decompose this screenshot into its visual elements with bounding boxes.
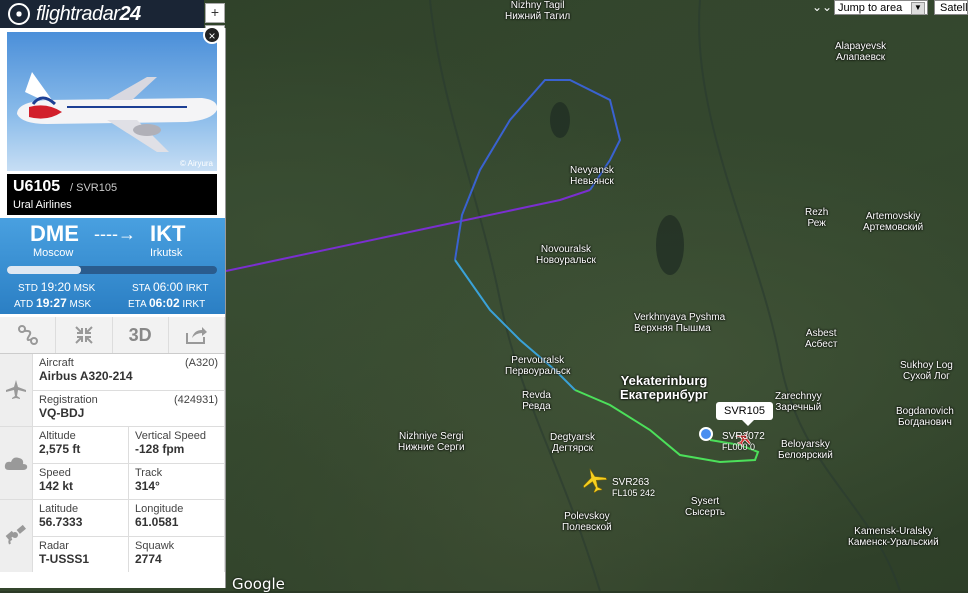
track-cell: Track 314°: [129, 463, 225, 499]
share-icon[interactable]: [169, 317, 225, 353]
aircraft-cell: Aircraft Airbus A320-214 (A320): [33, 354, 225, 391]
view-3d-button[interactable]: 3D: [113, 317, 169, 353]
photo-credit: © Airyura: [179, 159, 213, 168]
zoom-in-button[interactable]: +: [205, 3, 225, 23]
airplane-illustration: [17, 72, 217, 152]
city-label: Artemovskiy Артемовский: [863, 211, 924, 233]
flight-details: Aircraft Airbus A320-214 (A320) Registra…: [0, 354, 225, 572]
origin-code: DME: [30, 221, 79, 246]
city-label: Novouralsk Новоуральск: [536, 244, 596, 266]
longitude-cell: Longitude 61.0581: [129, 500, 225, 536]
city-label: Zarechnyy Заречный: [775, 391, 822, 413]
city-label: Degtyarsk Дегтярск: [550, 432, 596, 454]
aircraft-label[interactable]: SVR263 FL105 242: [612, 478, 655, 499]
callsign: / SVR105: [70, 182, 118, 194]
vertical-speed-cell: Vertical Speed -128 fpm: [129, 427, 225, 463]
radar-icon: [8, 3, 30, 25]
river: [429, 0, 601, 591]
city-label: Revda Ревда: [522, 390, 551, 412]
close-icon[interactable]: ×: [203, 26, 221, 44]
destination-city: Irkutsk: [150, 247, 183, 259]
registration-cell: Registration VQ-BDJ (424931): [33, 390, 225, 426]
latitude-cell: Latitude 56.7333: [33, 500, 129, 536]
city-label: Nizhniye Sergi Нижние Серги: [398, 431, 465, 453]
flight-info-panel: × © Airyura U6105 / SVR105 Ural Airlines…: [0, 26, 226, 588]
flight-toolbar: 3D: [0, 317, 225, 354]
aircraft-icon: [583, 468, 607, 494]
city-label-major: Yekaterinburg Екатеринбург: [620, 373, 709, 402]
lake: [550, 102, 570, 138]
progress-fill: [7, 266, 81, 274]
aircraft-photo[interactable]: © Airyura: [7, 32, 217, 171]
std-time: STD 19:20 MSK: [18, 280, 96, 294]
google-logo: Google: [232, 575, 285, 593]
collapse-icon[interactable]: [56, 317, 113, 353]
city-label: Asbest Асбест: [805, 328, 838, 350]
jump-to-area-select[interactable]: Jump to area ▼: [834, 0, 928, 15]
flightradar-logo[interactable]: flightradar24: [0, 0, 204, 28]
city-label: Kamensk-Uralsky Каменск-Уральский: [848, 526, 939, 548]
selected-aircraft-marker: [699, 427, 713, 441]
flight-progress-bar: [7, 266, 217, 274]
atd-time: ATD 19:27 MSK: [14, 296, 92, 310]
river: [698, 0, 901, 591]
airline-name: Ural Airlines: [13, 199, 72, 211]
city-label: Pervouralsk Первоуральск: [505, 355, 571, 377]
selected-flight-bubble[interactable]: SVR105: [716, 402, 773, 426]
city-label: Bogdanovich Богданович: [896, 406, 954, 428]
city-label: Nevyansk Невьянск: [570, 165, 614, 187]
chevron-down-icon[interactable]: ⌄⌄: [812, 0, 832, 14]
flight-header: U6105 / SVR105 Ural Airlines: [7, 174, 217, 215]
airplane-icon: [0, 354, 33, 426]
city-label: Rezh Реж: [805, 207, 829, 229]
eta-time: ETA 06:02 IRKT: [128, 296, 206, 310]
speed-cell: Speed 142 kt: [33, 463, 129, 499]
route-arrow-icon: ----→: [94, 224, 136, 244]
city-label: Verkhnyaya Pyshma Верхняя Пышма: [634, 312, 726, 334]
city-label: Beloyarsky Белоярский: [778, 439, 833, 461]
flight-number: U6105: [13, 178, 61, 195]
radar-cell: Radar T-USSS1: [33, 536, 129, 572]
map-type-button[interactable]: Satellite: [934, 0, 968, 15]
city-label: Nizhny Tagil Нижний Тагил: [505, 0, 571, 22]
route-box: DME Moscow ----→ IKT Irkutsk STD 19:20 M…: [0, 218, 225, 314]
sta-time: STA 06:00 IRKT: [132, 280, 209, 294]
route-icon[interactable]: [0, 317, 57, 353]
cloud-icon: [0, 427, 33, 499]
dropdown-arrow-icon: ▼: [911, 2, 925, 15]
squawk-cell: Squawk 2774: [129, 536, 225, 572]
altitude-cell: Altitude 2,575 ft: [33, 427, 129, 463]
city-label: Sukhoy Log Сухой Лог: [900, 360, 953, 382]
origin-city: Moscow: [33, 247, 74, 259]
city-label: Polevskoy Полевской: [562, 511, 612, 533]
city-label: Alapayevsk Алапаевск: [835, 41, 887, 63]
destination-code: IKT: [150, 221, 186, 246]
lake: [656, 215, 684, 275]
satellite-icon: [0, 500, 33, 572]
aircraft-label[interactable]: SVR3072 FL000 0: [722, 432, 765, 453]
city-label: Sysert Сысерть: [685, 496, 726, 518]
